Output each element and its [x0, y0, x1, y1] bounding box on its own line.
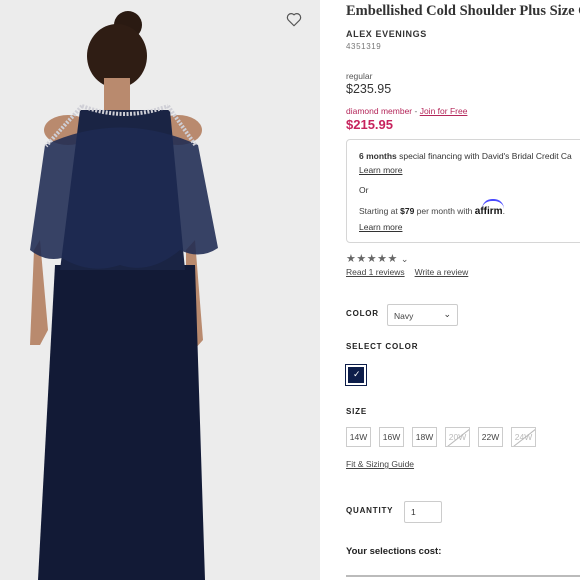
color-label: COLOR — [346, 309, 379, 318]
credit-financing-text: 6 months special financing with David's … — [359, 151, 572, 161]
select-color-label: SELECT COLOR — [346, 342, 419, 351]
size-option-16w[interactable]: 16W — [379, 427, 404, 447]
color-selected-value: Navy — [394, 311, 414, 321]
read-reviews-link[interactable]: Read 1 reviews — [346, 267, 405, 277]
affirm-prefix: Starting at — [359, 206, 401, 216]
product-details-panel: Embellished Cold Shoulder Plus Size G AL… — [320, 0, 580, 580]
regular-price-label: regular — [346, 71, 373, 81]
star-rating-icons: ★★★★★ — [346, 253, 398, 265]
review-links: Read 1 reviews Write a review — [346, 267, 478, 277]
chevron-down-icon: ⌄ — [443, 309, 451, 319]
product-image[interactable] — [0, 0, 320, 580]
quantity-input[interactable] — [404, 501, 442, 523]
affirm-arc-icon — [481, 199, 504, 209]
size-option-20w-unavailable[interactable]: 20W — [445, 427, 470, 447]
member-price: $215.95 — [346, 117, 393, 132]
or-divider: Or — [359, 185, 369, 195]
financing-box: 6 months special financing with David's … — [346, 139, 580, 243]
regular-price: $235.95 — [346, 82, 392, 96]
join-for-free-link[interactable]: Join for Free — [420, 106, 468, 116]
size-label: SIZE — [346, 407, 367, 416]
dress-model-illustration — [0, 0, 320, 580]
checkmark-icon: ✓ — [353, 369, 361, 379]
financing-term: 6 months — [359, 151, 397, 161]
chevron-down-icon: ⌄ — [400, 254, 409, 264]
write-review-link[interactable]: Write a review — [415, 267, 469, 277]
member-separator: - — [412, 106, 420, 116]
learn-more-credit-link[interactable]: Learn more — [359, 165, 402, 175]
size-option-18w[interactable]: 18W — [412, 427, 437, 447]
size-option-22w[interactable]: 22W — [478, 427, 503, 447]
product-sku: 4351319 — [346, 42, 382, 51]
affirm-logo: affirm — [475, 199, 504, 217]
rating-stars[interactable]: ★★★★★ ⌄ — [346, 252, 409, 265]
member-label: diamond member — [346, 106, 413, 116]
financing-desc: special financing with David's Bridal Cr… — [396, 151, 572, 161]
affirm-amount: $79 — [400, 206, 415, 216]
heart-outline-icon[interactable] — [285, 10, 303, 28]
quantity-label: QUANTITY — [346, 506, 394, 515]
product-title: Embellished Cold Shoulder Plus Size G — [346, 3, 580, 19]
divider — [346, 575, 580, 577]
brand-name: ALEX EVENINGS — [346, 29, 427, 39]
color-dropdown[interactable]: Navy ⌄ — [387, 304, 458, 326]
affirm-suffix: per month with — [414, 206, 475, 216]
affirm-financing-text: Starting at $79 per month with affirm. — [359, 199, 505, 217]
fit-sizing-guide-link[interactable]: Fit & Sizing Guide — [346, 459, 414, 469]
size-option-14w[interactable]: 14W — [346, 427, 371, 447]
learn-more-affirm-link[interactable]: Learn more — [359, 222, 402, 232]
selections-cost-label: Your selections cost: — [346, 546, 442, 557]
size-option-24w-unavailable[interactable]: 24W — [511, 427, 536, 447]
member-price-row: diamond member - Join for Free — [346, 106, 467, 116]
color-swatch-navy[interactable]: ✓ — [345, 364, 367, 386]
